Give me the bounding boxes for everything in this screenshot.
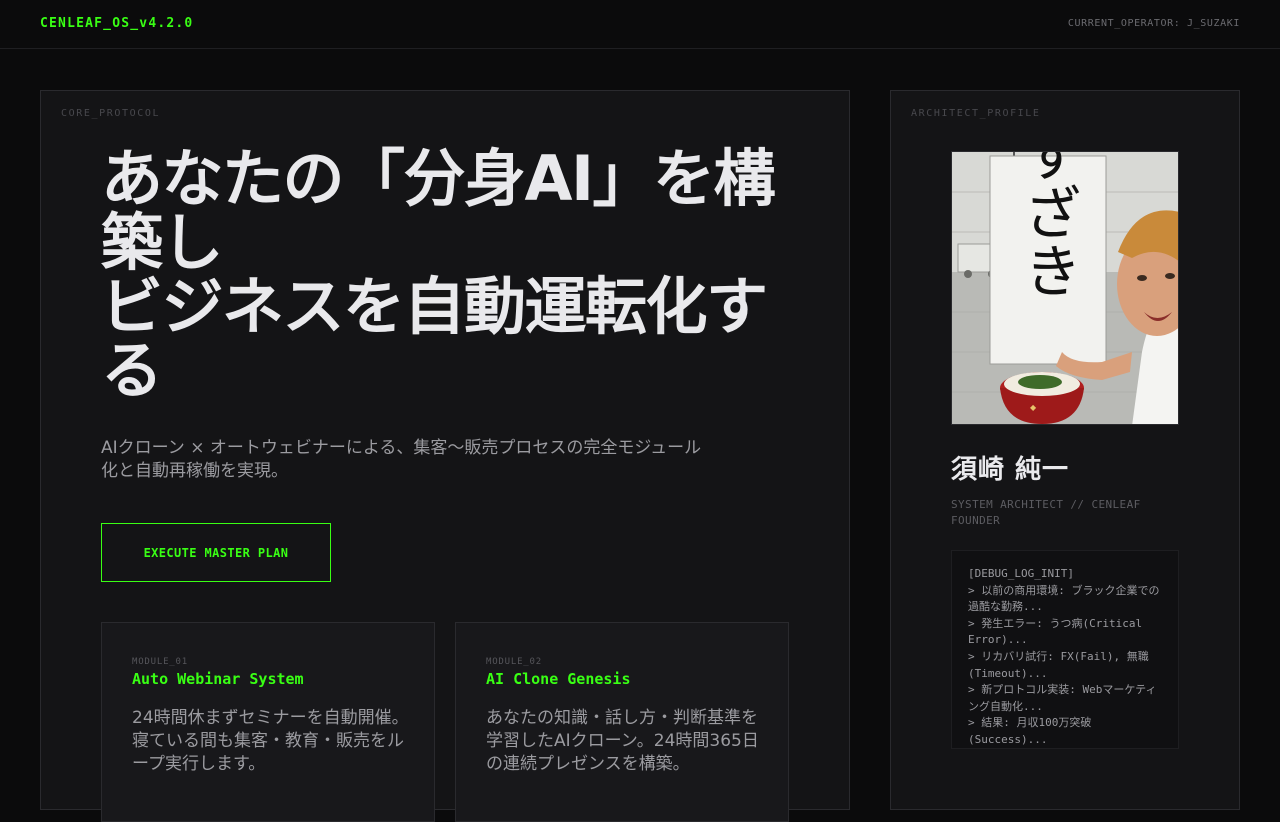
hero-subtitle: AIクローン × オートウェビナーによる、集客〜販売プロセスの完全モジュール化と…: [101, 438, 702, 481]
architect-photo-illustration: すざき ◆: [952, 152, 1178, 424]
debug-log: [DEBUG_LOG_INIT] > 以前の商用環境: ブラック企業での過酷な勤…: [951, 550, 1179, 749]
brand-logo-text[interactable]: CENLEAF_OS_v4.2.0: [40, 16, 193, 31]
panel-label: ARCHITECT_PROFILE: [911, 108, 1041, 119]
hero-line: る: [101, 334, 163, 407]
log-line: > 発生エラー: うつ病(Critical Error)...: [968, 616, 1143, 647]
core-protocol-panel: CORE_PROTOCOL あなたの「分身AI」を構 築し ビジネスを自動運転化…: [40, 90, 850, 822]
log-line: > 新プロトコル実装: Webマーケティング自動化...: [968, 683, 1157, 713]
photo-sign-text: すざき: [1014, 152, 1082, 299]
module-description: 24時間休まずセミナーを自動開催。寝ている間も集客・教育・販売をループ実行します…: [132, 708, 409, 774]
panel-label: CORE_PROTOCOL: [61, 108, 161, 119]
architect-profile-panel: ARCHITECT_PROFILE すざき ◆ 須崎 純一 SYSTEM ARC…: [890, 90, 1240, 810]
hero-line: 築し: [101, 206, 224, 279]
module-tag: MODULE_02: [486, 657, 542, 667]
log-line: > 以前の商用環境: ブラック企業での過酷な勤務...: [968, 583, 1160, 614]
architect-name: 須崎 純一: [951, 455, 1070, 485]
module-card[interactable]: MODULE_02 AI Clone Genesis あなたの知識・話し方・判断…: [455, 622, 789, 822]
hero-heading: あなたの「分身AI」を構 築し ビジネスを自動運転化す る: [101, 147, 791, 403]
module-description: あなたの知識・話し方・判断基準を学習したAIクローン。24時間365日の連続プレ…: [486, 708, 759, 774]
execute-master-plan-button[interactable]: EXECUTE MASTER PLAN: [101, 523, 331, 582]
svg-text:◆: ◆: [1030, 403, 1037, 412]
module-tag: MODULE_01: [132, 657, 188, 667]
log-line: > 結果: 月収100万突破(Success)...: [968, 716, 1092, 746]
module-title: Auto Webinar System: [132, 670, 304, 688]
log-line: > リカバリ試行: FX(Fail), 無職(Timeout)...: [968, 649, 1149, 680]
log-line: [DEBUG_LOG_INIT]: [968, 567, 1074, 580]
current-operator-label: CURRENT_OPERATOR: J_SUZAKI: [1067, 18, 1240, 29]
architect-role: SYSTEM ARCHITECT // CENLEAF FOUNDER: [951, 498, 1141, 527]
module-title: AI Clone Genesis: [486, 670, 631, 688]
top-bar: CENLEAF_OS_v4.2.0 CURRENT_OPERATOR: J_SU…: [0, 0, 1280, 49]
module-card[interactable]: MODULE_01 Auto Webinar System 24時間休まずセミナ…: [101, 622, 435, 822]
hero-line: ビジネスを自動運転化す: [101, 270, 768, 343]
hero-line: あなたの「分身AI」を構: [101, 142, 776, 215]
architect-photo: すざき ◆: [951, 151, 1179, 425]
